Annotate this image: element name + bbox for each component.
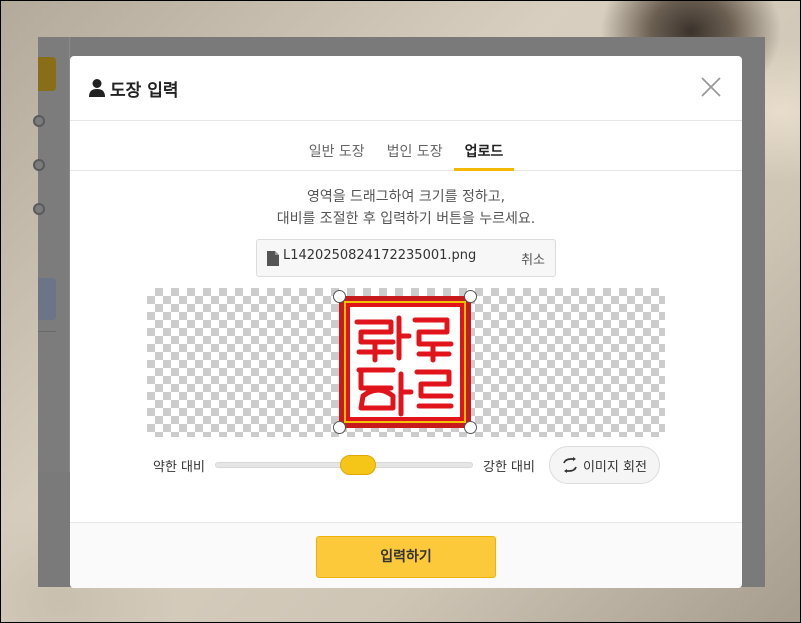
crop-canvas[interactable] — [147, 288, 665, 437]
crop-handle-top-right[interactable] — [464, 290, 477, 303]
file-icon — [267, 250, 279, 266]
tab-corporate-stamp[interactable]: 법인 도장 — [376, 143, 454, 171]
crop-handle-bottom-right[interactable] — [464, 421, 477, 434]
crop-selection[interactable] — [333, 290, 477, 434]
weak-contrast-label: 약한 대비 — [153, 459, 205, 475]
rotate-image-button[interactable]: 이미지 회전 — [548, 446, 660, 484]
person-icon — [89, 79, 105, 97]
rotate-image-label: 이미지 회전 — [582, 459, 647, 475]
background-divider — [38, 331, 56, 332]
contrast-slider-thumb[interactable] — [339, 455, 376, 475]
rotate-icon — [563, 457, 577, 473]
background-radio — [33, 115, 45, 127]
file-name: L1420250824172235001.png — [283, 247, 477, 263]
stamp-image — [339, 296, 471, 428]
file-cancel-button[interactable]: 취소 — [521, 249, 545, 268]
stamp-input-modal: 도장 입력 일반 도장 법인 도장 업로드 영역을 드래그하여 크기를 정하고,… — [70, 56, 742, 588]
background-radio — [33, 203, 45, 215]
instruction-line-1: 영역을 드래그하여 크기를 정하고, — [306, 189, 506, 205]
close-icon[interactable] — [700, 76, 722, 98]
uploaded-file-box: L1420250824172235001.png 취소 — [256, 239, 556, 277]
background-radio — [33, 159, 45, 171]
tab-normal-stamp[interactable]: 일반 도장 — [298, 143, 376, 171]
modal-footer: 입력하기 — [70, 522, 742, 588]
instruction-line-2: 대비를 조절한 후 입력하기 버튼을 누르세요. — [276, 211, 536, 227]
instruction-text: 영역을 드래그하여 크기를 정하고, 대비를 조절한 후 입력하기 버튼을 누르… — [70, 186, 742, 230]
stamp-type-tabs: 일반 도장 법인 도장 업로드 — [70, 121, 742, 171]
contrast-slider[interactable] — [214, 455, 473, 475]
crop-handle-bottom-left[interactable] — [333, 421, 346, 434]
submit-button[interactable]: 입력하기 — [316, 536, 496, 578]
modal-header: 도장 입력 — [70, 56, 742, 121]
background-button — [38, 57, 56, 91]
tab-upload[interactable]: 업로드 — [453, 143, 515, 171]
strong-contrast-label: 강한 대비 — [482, 459, 535, 475]
modal-title: 도장 입력 — [110, 80, 179, 101]
crop-handle-top-left[interactable] — [333, 290, 346, 303]
contrast-control: 약한 대비 강한 대비 이미지 회전 — [153, 446, 663, 484]
background-page-panel — [38, 37, 70, 472]
background-selected-item — [38, 278, 56, 320]
